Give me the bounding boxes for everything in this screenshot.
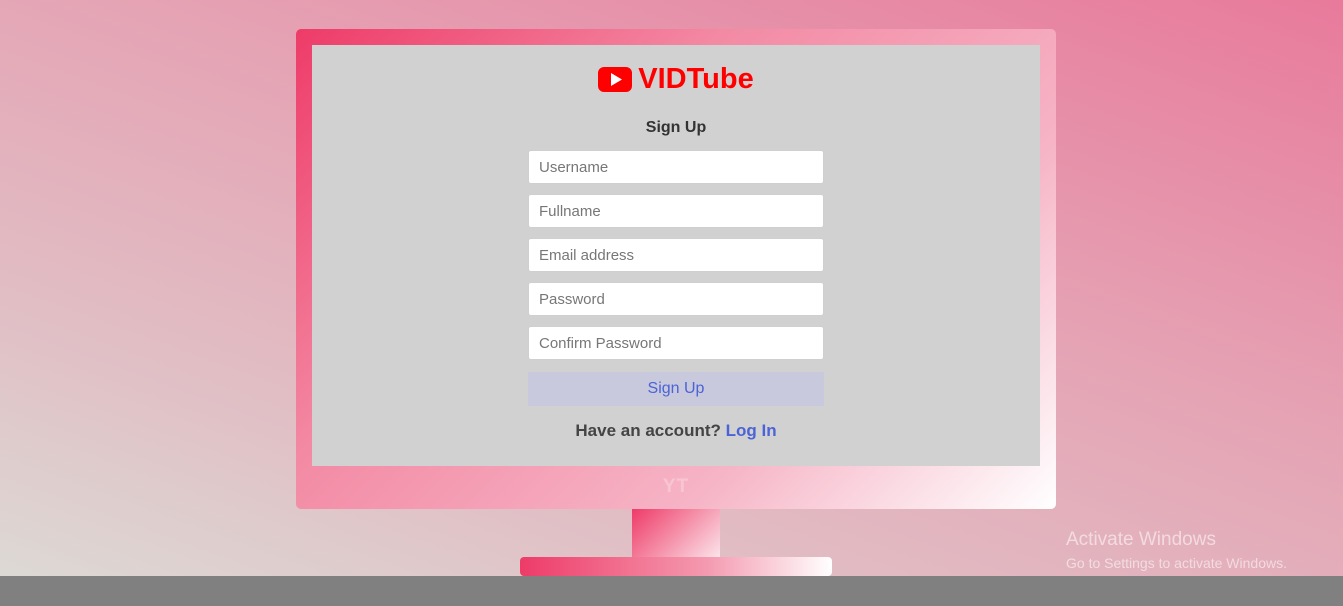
login-link[interactable]: Log In xyxy=(726,421,777,440)
watermark-title: Activate Windows xyxy=(1066,529,1216,550)
monitor-screen: VIDTube Sign Up Sign Up Have an account?… xyxy=(312,45,1040,466)
username-input[interactable] xyxy=(528,150,824,184)
form-title: Sign Up xyxy=(645,119,707,136)
account-prompt-line: Have an account? Log In xyxy=(312,421,1040,441)
fullname-input[interactable] xyxy=(528,194,824,228)
youtube-play-icon xyxy=(598,67,633,92)
watermark-subtitle: Go to Settings to activate Windows. xyxy=(1066,555,1287,571)
bottom-bar xyxy=(0,576,1343,606)
monitor-neck xyxy=(632,509,720,557)
account-prompt-text: Have an account? xyxy=(575,421,721,440)
activation-watermark: Activate Windows Go to Settings to activ… xyxy=(1066,529,1287,571)
app-name: VIDTube xyxy=(638,63,754,95)
confirm-password-input[interactable] xyxy=(528,326,824,360)
signup-button[interactable]: Sign Up xyxy=(528,372,824,406)
monitor-base xyxy=(520,557,832,576)
email-input[interactable] xyxy=(528,238,824,272)
monitor-frame: VIDTube Sign Up Sign Up Have an account?… xyxy=(296,29,1056,509)
monitor-brand-label: YT xyxy=(662,476,690,497)
app-logo: VIDTube xyxy=(312,63,1040,96)
password-input[interactable] xyxy=(528,282,824,316)
